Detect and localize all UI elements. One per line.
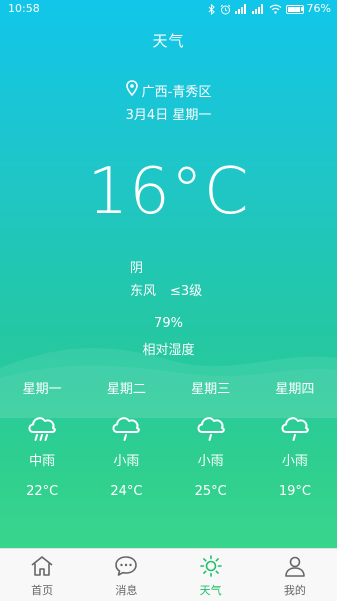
tab-home[interactable]: 首页 bbox=[0, 549, 84, 601]
forecast-day-name: 星期三 bbox=[191, 382, 231, 397]
page-title: 天气 bbox=[152, 32, 185, 50]
battery-icon bbox=[285, 0, 304, 18]
forecast-desc: 中雨 bbox=[29, 454, 56, 469]
forecast-desc: 小雨 bbox=[197, 454, 224, 469]
alarm-icon bbox=[220, 0, 231, 18]
status-time: 10:58 bbox=[8, 2, 40, 15]
forecast-list: 星期一 中雨 22°C 星期二 小雨 24°C 星期三 小雨 25°C 星期四 … bbox=[0, 380, 337, 502]
tab-label: 天气 bbox=[199, 584, 222, 597]
status-bar: 10:58 76% bbox=[0, 0, 337, 18]
light-rain-cloud-icon bbox=[194, 410, 228, 444]
light-rain-cloud-icon bbox=[109, 410, 143, 444]
forecast-temp: 19°C bbox=[278, 484, 311, 499]
current-temperature: 16°C bbox=[87, 155, 250, 229]
light-rain-cloud-icon bbox=[278, 410, 312, 444]
tab-messages[interactable]: 消息 bbox=[84, 549, 168, 601]
forecast-day-name: 星期二 bbox=[106, 382, 146, 397]
forecast-desc: 小雨 bbox=[281, 454, 308, 469]
forecast-day: 星期二 小雨 24°C bbox=[84, 380, 168, 502]
wind-direction: 东风 bbox=[130, 284, 157, 299]
forecast-temp: 22°C bbox=[26, 484, 59, 499]
forecast-day-name: 星期四 bbox=[275, 382, 315, 397]
bluetooth-icon bbox=[208, 0, 216, 18]
home-icon bbox=[30, 555, 54, 580]
signal-icon bbox=[251, 0, 265, 18]
humidity-value: 79% bbox=[154, 316, 183, 331]
current-date: 3月4日 星期一 bbox=[125, 108, 212, 123]
rain-cloud-icon bbox=[25, 410, 59, 444]
wifi-icon bbox=[269, 0, 282, 18]
forecast-temp: 25°C bbox=[194, 484, 227, 499]
forecast-desc: 小雨 bbox=[113, 454, 140, 469]
signal-icon bbox=[234, 0, 248, 18]
location-name: 广西-青秀区 bbox=[141, 84, 212, 100]
forecast-temp: 24°C bbox=[110, 484, 143, 499]
forecast-day: 星期四 小雨 19°C bbox=[253, 380, 337, 502]
tab-label: 我的 bbox=[283, 584, 306, 597]
tab-weather[interactable]: 天气 bbox=[169, 549, 253, 601]
bottom-tab-bar: 首页 消息 天气 我的 bbox=[0, 548, 337, 601]
user-icon bbox=[283, 555, 307, 580]
forecast-day: 星期三 小雨 25°C bbox=[169, 380, 253, 502]
forecast-day: 星期一 中雨 22°C bbox=[0, 380, 84, 502]
status-icons: 76% bbox=[208, 0, 331, 18]
tab-label: 消息 bbox=[115, 584, 138, 597]
location-pin-icon bbox=[125, 80, 138, 100]
tab-label: 首页 bbox=[31, 584, 54, 597]
humidity-label: 相对湿度 bbox=[142, 343, 195, 358]
battery-level: 76% bbox=[306, 2, 331, 15]
wind-level: ≤3级 bbox=[170, 284, 203, 299]
location[interactable]: 广西-青秀区 bbox=[0, 80, 337, 100]
wind-info: 东风 ≤3级 bbox=[130, 280, 216, 299]
tab-profile[interactable]: 我的 bbox=[253, 549, 337, 601]
weather-condition: 阴 bbox=[130, 261, 144, 276]
message-icon bbox=[114, 555, 138, 580]
forecast-day-name: 星期一 bbox=[22, 382, 62, 397]
sun-icon bbox=[199, 555, 223, 580]
